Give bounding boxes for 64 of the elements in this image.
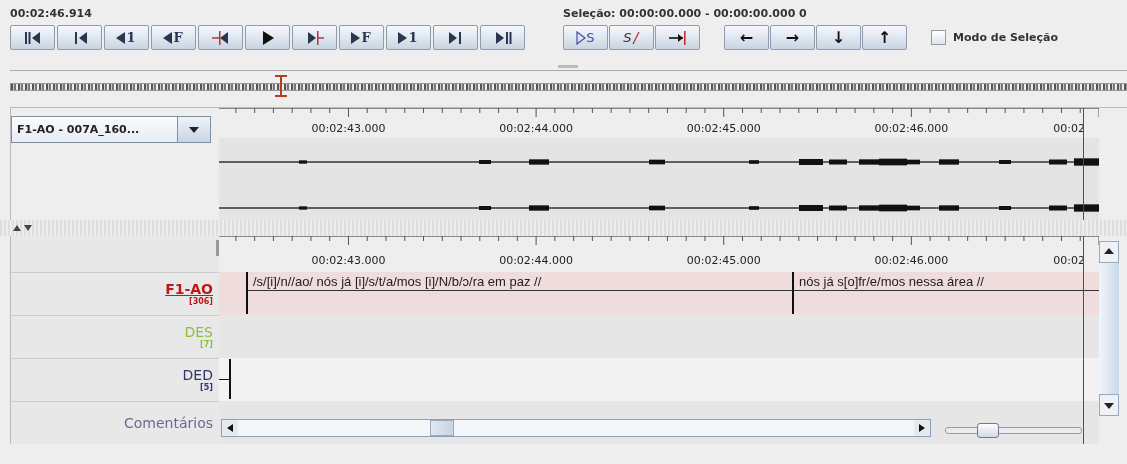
tier-name[interactable]: Comentários [123, 415, 213, 431]
splitter-grip[interactable] [558, 65, 578, 68]
scroll-right-button[interactable] [914, 420, 930, 436]
zoom-slider-thumb[interactable] [976, 423, 999, 438]
ruler-time-label: 00:02 [1053, 122, 1085, 135]
ruler-time-label: 00:02:44.000 [499, 254, 574, 267]
arrow-button[interactable]: ← [724, 25, 769, 50]
transport-button[interactable] [198, 25, 243, 50]
cursor-icon [274, 75, 288, 97]
step-forward-icon [398, 31, 408, 44]
slash-icon [631, 30, 640, 45]
arrow-button[interactable]: → [770, 25, 815, 50]
resize-handle[interactable] [216, 240, 219, 256]
scroll-down-icon[interactable] [1104, 403, 1114, 409]
play-icon [260, 29, 275, 46]
ruler-time-label: 00:02 [1053, 254, 1085, 267]
ruler-time-label: 00:02:46.000 [874, 122, 949, 135]
left-arrow-icon [227, 424, 233, 432]
step-back-icon [116, 31, 126, 44]
arrow-button[interactable]: ↑ [862, 25, 907, 50]
ruler-time-label: 00:02:43.000 [311, 254, 386, 267]
arrow-to-bar-icon [666, 29, 689, 46]
ruler-time-label: 00:02:43.000 [311, 122, 386, 135]
transport-button[interactable] [10, 25, 55, 50]
scroll-left-button[interactable] [222, 420, 238, 436]
step-back-icon [163, 31, 173, 44]
selection-label: Seleção: 00:00:00.000 - 00:00:00.000 0 [563, 6, 808, 22]
transport-button[interactable]: 1 [104, 25, 149, 50]
arrow-button[interactable]: ↓ [816, 25, 861, 50]
selection-button[interactable] [655, 25, 700, 50]
transport-button[interactable] [292, 25, 337, 50]
transport-button[interactable]: F [151, 25, 196, 50]
transport-button[interactable] [480, 25, 525, 50]
ruler-time-label: 00:02:45.000 [686, 122, 761, 135]
ruler-time-label: 00:02:45.000 [686, 254, 761, 267]
right-arrow-icon [919, 424, 925, 432]
annotation-count: [7] [200, 340, 213, 349]
media-time: 00:02:46.914 [10, 6, 93, 22]
transport-button[interactable] [245, 25, 290, 50]
selection-mode-checkbox[interactable] [931, 30, 946, 45]
vertical-scrollbar[interactable] [1099, 241, 1119, 416]
transport-button[interactable] [433, 25, 478, 50]
tier-name[interactable]: DED [182, 368, 213, 383]
transport-button[interactable]: 1 [386, 25, 431, 50]
expand-collapse-icon[interactable] [12, 224, 34, 232]
dropdown-icon [189, 126, 199, 133]
waveform-selector[interactable]: F1-AO - 007A_160... [11, 116, 211, 143]
horizontal-scrollbar[interactable] [221, 419, 931, 437]
tier-name[interactable]: F1-AO [165, 282, 213, 297]
selection-button[interactable]: S [609, 25, 654, 50]
scroll-up-icon[interactable] [1104, 248, 1114, 254]
scroll-thumb[interactable] [430, 420, 454, 436]
step-forward-icon [351, 31, 361, 44]
transport-button[interactable]: F [339, 25, 384, 50]
selection-button[interactable]: S [563, 25, 608, 50]
scroll-thumb[interactable] [1099, 262, 1119, 395]
annotation[interactable] [219, 359, 231, 399]
ruler-time-label: 00:02:46.000 [874, 254, 949, 267]
transport-button[interactable] [57, 25, 102, 50]
ruler-time-label: 00:02:44.000 [499, 122, 574, 135]
annotation-count: [306] [189, 297, 213, 306]
annotation-count: [5] [200, 383, 213, 392]
play-icon [576, 30, 587, 45]
selection-mode-label: Modo de Seleção [953, 31, 1059, 44]
